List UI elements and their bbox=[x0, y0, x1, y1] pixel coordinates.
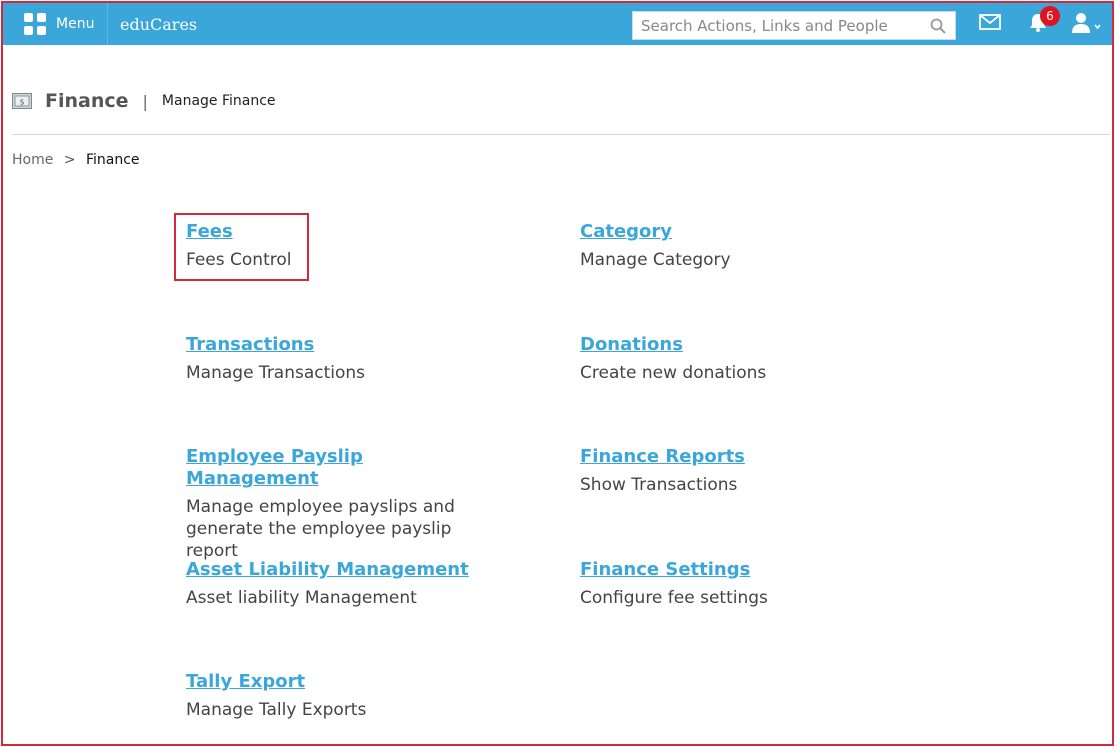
menu-label: Menu bbox=[56, 16, 95, 32]
transactions-description: Manage Transactions bbox=[186, 363, 366, 383]
notification-badge: 6 bbox=[1040, 6, 1060, 26]
breadcrumb-home-link[interactable]: Home bbox=[12, 152, 53, 168]
breadcrumb-current: Finance bbox=[85, 152, 140, 168]
finance-item-employee-payslip: Employee Payslip Management Manage emplo… bbox=[186, 446, 486, 562]
brand-name[interactable]: eduCares bbox=[120, 15, 197, 34]
employee-payslip-management-link[interactable]: Employee Payslip Management bbox=[186, 446, 486, 490]
fees-link[interactable]: Fees bbox=[186, 221, 486, 243]
search-input[interactable] bbox=[633, 12, 939, 39]
svg-text:$: $ bbox=[19, 98, 24, 107]
category-description: Manage Category bbox=[580, 250, 731, 270]
donations-link[interactable]: Donations bbox=[580, 334, 880, 356]
finance-item-finance-settings: Finance Settings Configure fee settings bbox=[580, 559, 880, 609]
page-header: $ Finance | Manage Finance bbox=[12, 88, 276, 114]
search-box bbox=[632, 11, 956, 40]
menu-divider bbox=[107, 3, 108, 45]
finance-item-asset-liability: Asset Liability Management Asset liabili… bbox=[186, 559, 486, 609]
finance-reports-description: Show Transactions bbox=[580, 475, 738, 495]
finance-settings-link[interactable]: Finance Settings bbox=[580, 559, 880, 581]
user-avatar-icon[interactable] bbox=[1070, 12, 1102, 34]
breadcrumb: Home > Finance bbox=[12, 152, 140, 168]
asset-liability-management-link[interactable]: Asset Liability Management bbox=[186, 559, 486, 581]
finance-reports-link[interactable]: Finance Reports bbox=[580, 446, 880, 468]
finance-item-tally-export: Tally Export Manage Tally Exports bbox=[186, 671, 486, 721]
search-icon[interactable] bbox=[930, 18, 946, 34]
page-subtitle: Manage Finance bbox=[161, 93, 276, 109]
finance-item-donations: Donations Create new donations bbox=[580, 334, 880, 384]
donations-description: Create new donations bbox=[580, 363, 767, 383]
top-navigation-bar: Menu eduCares 6 bbox=[3, 3, 1112, 45]
category-link[interactable]: Category bbox=[580, 221, 880, 243]
breadcrumb-separator: > bbox=[63, 152, 76, 168]
page-title: Finance bbox=[45, 90, 129, 112]
header-divider bbox=[12, 134, 1110, 135]
fees-description: Fees Control bbox=[186, 250, 292, 270]
finance-item-transactions: Transactions Manage Transactions bbox=[186, 334, 486, 384]
menu-button[interactable]: Menu bbox=[15, 3, 108, 45]
title-separator: | bbox=[142, 91, 148, 111]
tally-export-description: Manage Tally Exports bbox=[186, 700, 367, 720]
app-grid-icon bbox=[24, 13, 46, 35]
money-bill-icon: $ bbox=[12, 93, 32, 109]
mail-icon[interactable] bbox=[979, 14, 1001, 30]
tally-export-link[interactable]: Tally Export bbox=[186, 671, 486, 693]
finance-item-finance-reports: Finance Reports Show Transactions bbox=[580, 446, 880, 496]
employee-payslip-description: Manage employee payslips and generate th… bbox=[186, 497, 455, 561]
asset-liability-description: Asset liability Management bbox=[186, 588, 417, 608]
transactions-link[interactable]: Transactions bbox=[186, 334, 486, 356]
finance-item-fees: Fees Fees Control bbox=[186, 221, 486, 271]
finance-settings-description: Configure fee settings bbox=[580, 588, 768, 608]
finance-item-category: Category Manage Category bbox=[580, 221, 880, 271]
